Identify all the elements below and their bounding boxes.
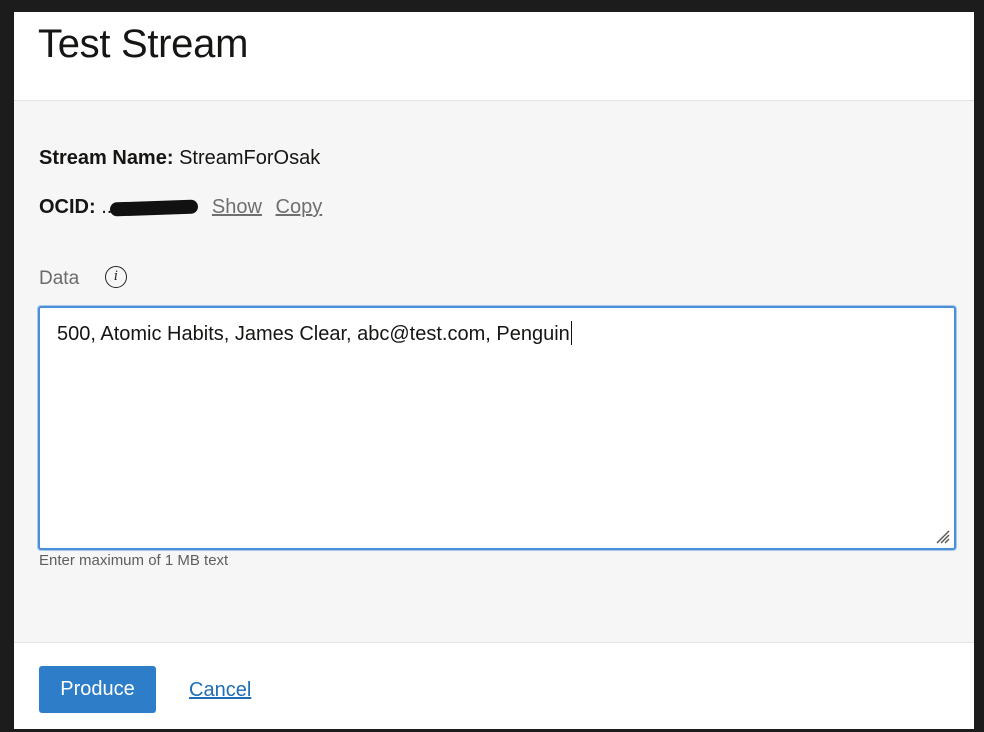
text-caret	[570, 321, 573, 345]
cancel-link[interactable]: Cancel	[189, 679, 251, 702]
ocid-label: OCID:	[39, 196, 96, 218]
ocid-row: OCID: .. Show Copy	[39, 196, 322, 219]
ocid-copy-link[interactable]: Copy	[276, 196, 323, 218]
stream-name-label: Stream Name:	[39, 147, 174, 169]
test-stream-dialog: Test Stream Stream Name: StreamForOsak O…	[14, 12, 974, 729]
info-icon[interactable]: i	[105, 266, 127, 288]
data-textarea[interactable]: 500, Atomic Habits, James Clear, abc@tes…	[38, 306, 956, 550]
produce-button[interactable]: Produce	[39, 666, 156, 713]
resize-grip-icon[interactable]	[934, 528, 950, 544]
dialog-body: Stream Name: StreamForOsak OCID: .. Show…	[14, 101, 974, 642]
stream-name-value: StreamForOsak	[179, 147, 321, 169]
ocid-show-link[interactable]: Show	[212, 196, 262, 218]
dialog-footer: Produce Cancel	[14, 642, 974, 729]
dialog-header: Test Stream	[14, 12, 974, 101]
stream-name-row: Stream Name: StreamForOsak	[39, 147, 320, 170]
ocid-redaction	[110, 199, 199, 217]
data-help-text: Enter maximum of 1 MB text	[39, 552, 229, 569]
data-field-label: Data	[39, 268, 80, 289]
dialog-title: Test Stream	[38, 22, 249, 66]
data-text: 500, Atomic Habits, James Clear, abc@tes…	[57, 323, 570, 345]
data-textarea-value: 500, Atomic Habits, James Clear, abc@tes…	[57, 321, 573, 346]
